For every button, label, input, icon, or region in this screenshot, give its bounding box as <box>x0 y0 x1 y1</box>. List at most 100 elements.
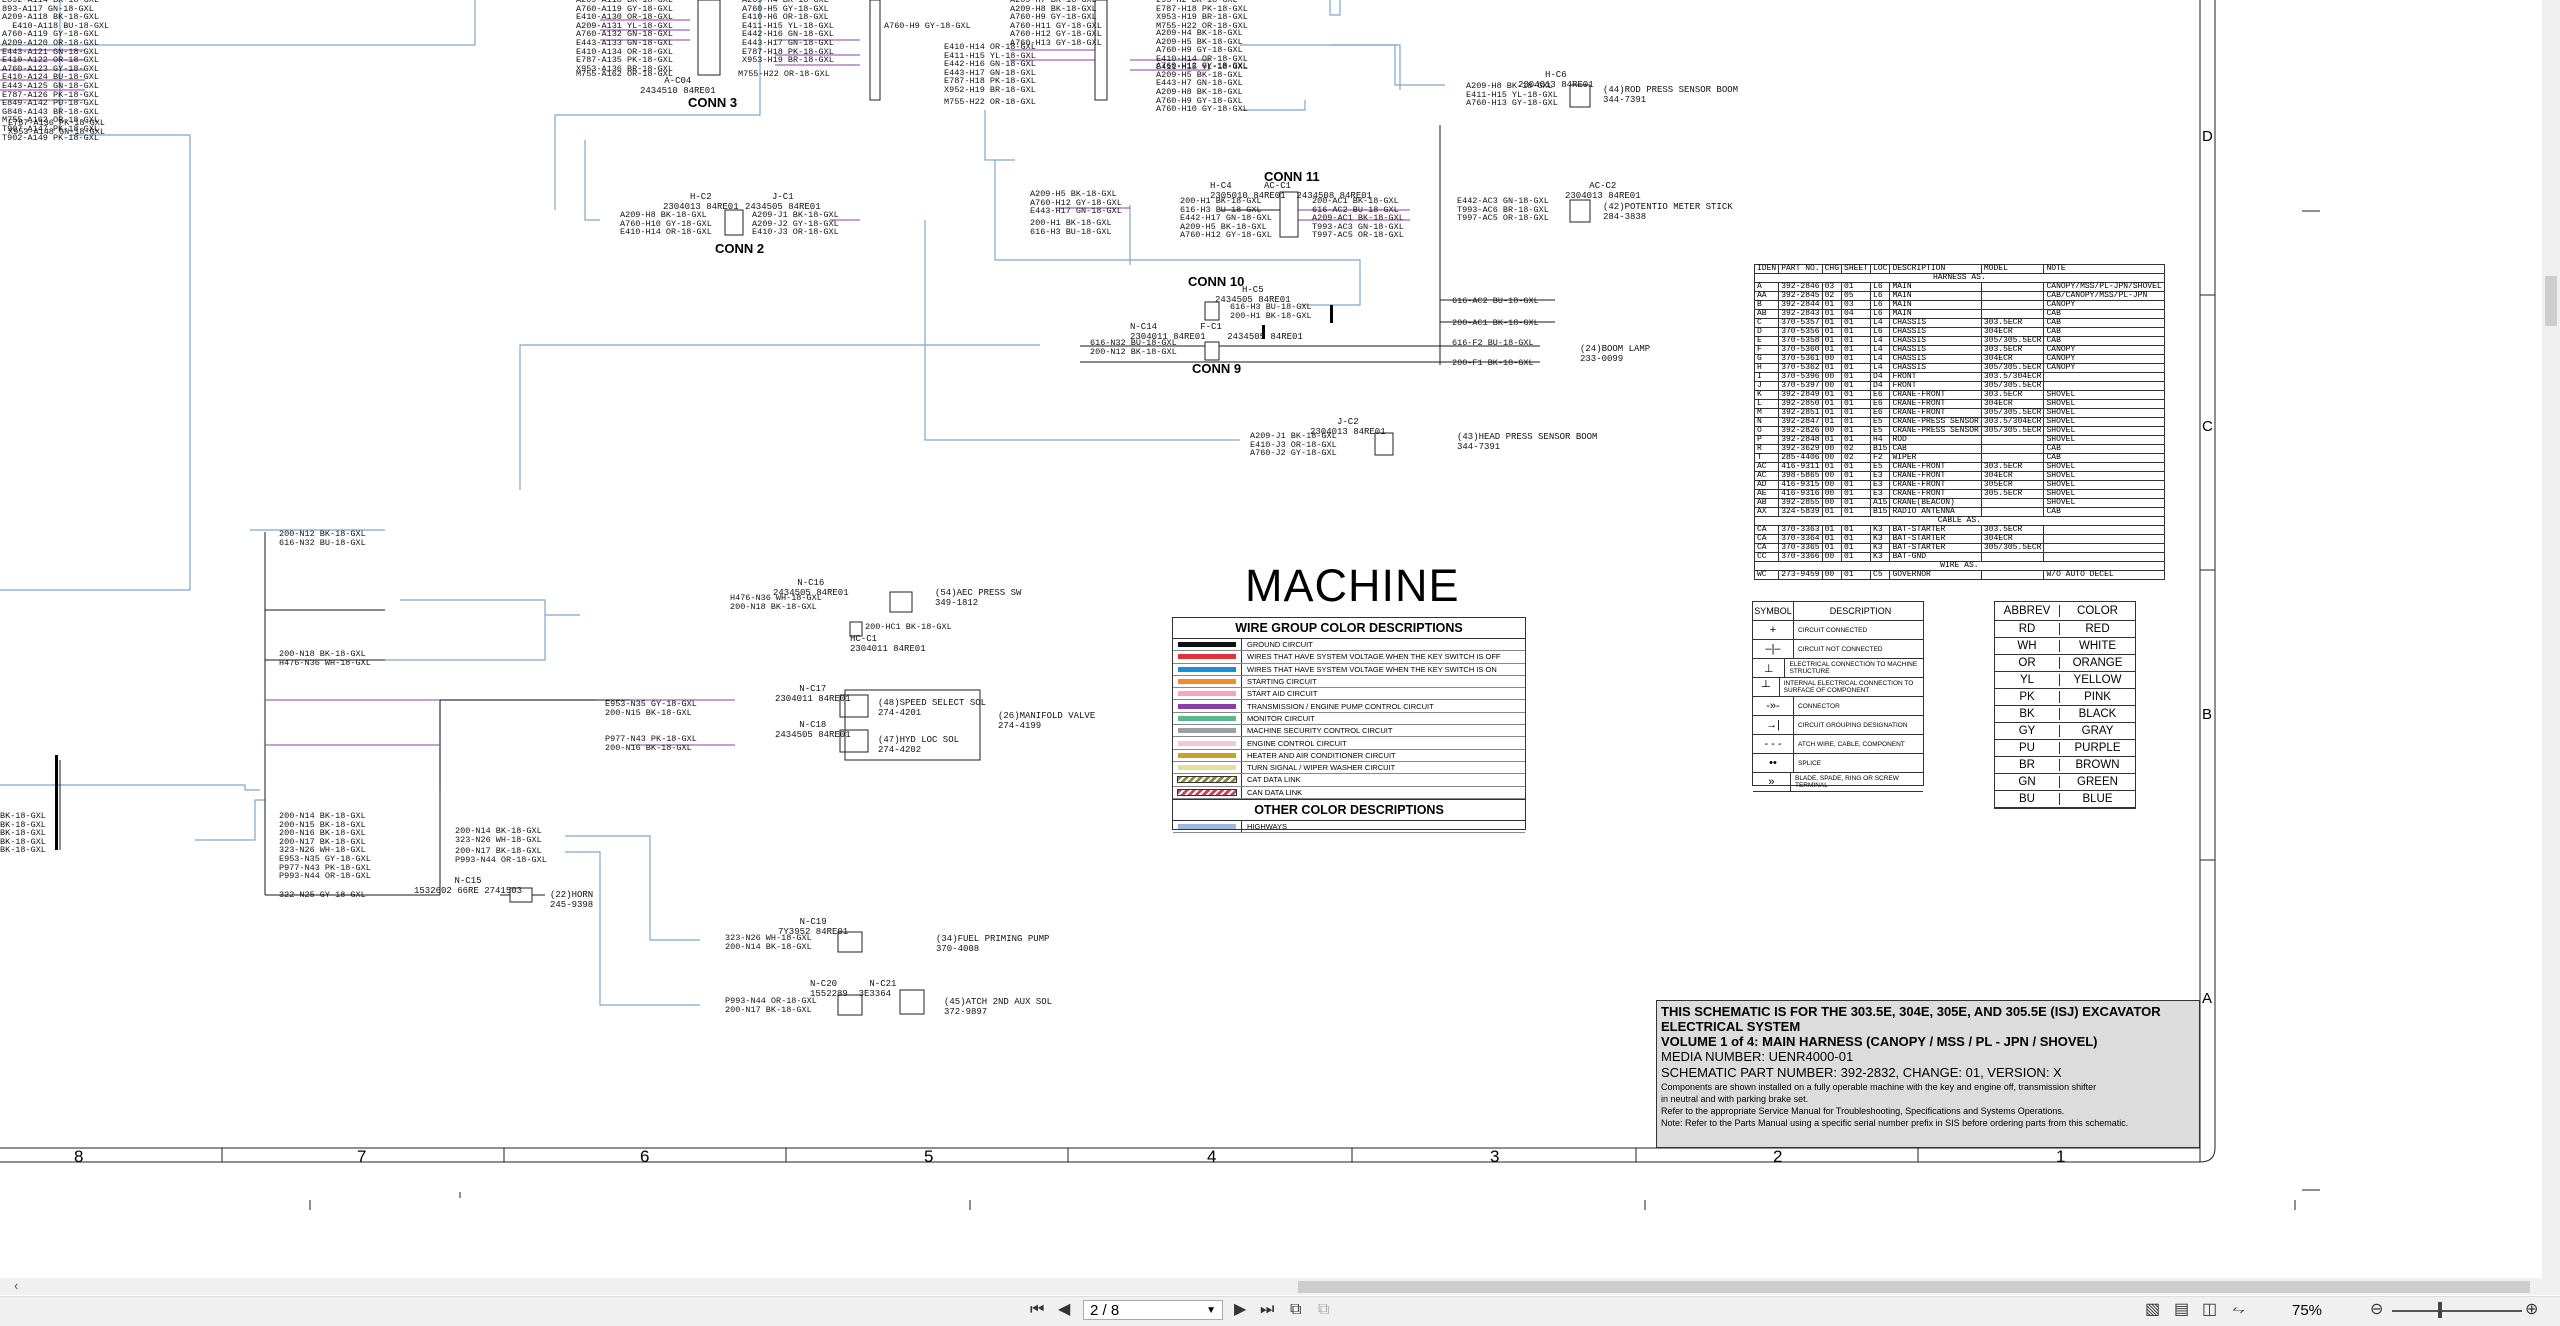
zoom-slider-handle[interactable] <box>2438 1302 2442 1318</box>
symbol-description: CIRCUIT NOT CONNECTED <box>1798 645 1883 653</box>
harness-header-cell: CHG <box>1821 264 1843 274</box>
zoom-slider[interactable] <box>2392 1310 2522 1312</box>
legend-row: TURN SIGNAL / WIPER WASHER CIRCUIT <box>1173 761 1525 775</box>
single-page-view-icon[interactable]: ▧ <box>2145 1300 2160 1320</box>
legend-swatch <box>1173 725 1242 737</box>
horizontal-scrollbar-thumb[interactable] <box>1298 1281 2530 1293</box>
legend-row: HEATER AND AIR CONDITIONER CIRCUIT <box>1173 749 1525 762</box>
legend-color-bar <box>1178 824 1236 829</box>
legend-swatch <box>1173 651 1242 663</box>
table-cell <box>2043 552 2165 562</box>
copy-icon[interactable]: ⧉ <box>1290 1300 1301 1320</box>
wire-group-legend: WIRE GROUP COLOR DESCRIPTIONS GROUND CIR… <box>1172 617 1526 834</box>
zone-label-d: D <box>2202 128 2213 145</box>
wire-label: 322-N25 GY-18-GXL <box>279 890 366 900</box>
table-cell: 00 <box>1821 552 1843 562</box>
column-number: 8 <box>74 1147 84 1166</box>
harness-header-cell: MODEL <box>1980 264 2045 274</box>
legend-swatch <box>1173 786 1242 798</box>
wire-label-group: P977-N43 PK-18-GXL 200-N16 BK-18-GXL <box>605 734 697 753</box>
wire-label: 616-AC2 BU-18-GXL <box>1452 296 1539 306</box>
page-number-input[interactable]: 2 / 8 ▼ <box>1083 1300 1223 1320</box>
component-label: (43)HEAD PRESS SENSOR BOOM 344-7391 <box>1457 432 1598 452</box>
table-cell: 01 <box>1841 570 1872 580</box>
symbol-glyph: ⊥ <box>1753 659 1786 677</box>
table-cell: 273-9459 <box>1778 570 1823 580</box>
table-cell: SHOVEL <box>2043 498 2165 508</box>
abbrev-code: GN <box>1995 776 2060 788</box>
legend-row: WIRES THAT HAVE SYSTEM VOLTAGE WHEN THE … <box>1173 651 1525 664</box>
legend-label: HEATER AND AIR CONDITIONER CIRCUIT <box>1247 750 1396 760</box>
info-line: ELECTRICAL SYSTEM <box>1661 1019 1801 1034</box>
abbrev-color: PINK <box>2084 691 2111 703</box>
previous-page-icon[interactable]: ◀ <box>1058 1300 1070 1320</box>
wire-group-legend-title: WIRE GROUP COLOR DESCRIPTIONS <box>1173 618 1525 639</box>
connector-title: CONN 3 <box>688 95 738 110</box>
chevron-down-icon[interactable]: ▼ <box>1206 1301 1216 1321</box>
fit-width-icon[interactable]: ⥊ <box>2232 1300 2245 1320</box>
legend-label: MONITOR CIRCUIT <box>1247 713 1315 723</box>
table-cell: 01 <box>1821 507 1843 517</box>
vertical-scrollbar-thumb[interactable] <box>2545 276 2557 326</box>
legend-swatch <box>1173 663 1242 675</box>
legend-color-bar <box>1178 679 1236 685</box>
table-cell <box>1980 570 2045 580</box>
table-cell: W/O AUTO DECEL <box>2043 570 2165 580</box>
abbrev-color: BROWN <box>2075 759 2120 771</box>
connector-part-label: H-C6 2304013 84RE01 <box>1518 70 1594 90</box>
abbrev-color: YELLOW <box>2073 674 2122 686</box>
component-label: (45)ATCH 2ND AUX SOL 372-9897 <box>944 997 1053 1017</box>
wire-label-group: A760-H9 GY-18-GXL <box>884 21 971 31</box>
table-cell: CC <box>1753 552 1780 562</box>
legend-label: STARTING CIRCUIT <box>1247 677 1317 687</box>
abbrev-color: GREEN <box>2077 776 2118 788</box>
symbol-description: ATCH WIRE, CABLE, COMPONENT <box>1798 740 1905 748</box>
abbrev-code: PU <box>1995 742 2060 754</box>
abbrev-row: GN GREEN <box>1995 774 2135 791</box>
zoom-in-icon[interactable]: ⊕ <box>2525 1300 2538 1320</box>
wire-label-group: 200-N18 BK-18-GXL H476-N36 WH-18-GXL <box>279 649 371 668</box>
harness-header-cell: SHEET <box>1841 264 1872 274</box>
scroll-left-icon[interactable]: ‹ <box>14 1278 18 1293</box>
table-cell <box>1980 552 2045 562</box>
wire-label-group: E953-N35 GY-18-GXL 200-N15 BK-18-GXL <box>605 699 697 718</box>
wire-label-group: 200-AC1 BK-18-GXL 616-AC2 BU-18-GXL A209… <box>1312 196 1404 241</box>
next-page-icon[interactable]: ▶ <box>1234 1300 1246 1320</box>
last-page-icon[interactable]: ⏭ <box>1260 1300 1274 1320</box>
symbol-row: ┴ INTERNAL ELECTRICAL CONNECTION TO SURFA… <box>1753 678 1923 697</box>
abbrev-row: BU BLUE <box>1995 791 2135 808</box>
abbrev-code: PK <box>1995 691 2060 703</box>
column-number: 5 <box>924 1147 934 1166</box>
legend-swatch <box>1173 639 1242 651</box>
legend-swatch <box>1173 737 1242 749</box>
table-cell: K3 <box>1870 552 1891 562</box>
continuous-view-icon[interactable]: ▤ <box>2174 1300 2189 1320</box>
legend-label: TURN SIGNAL / WIPER WASHER CIRCUIT <box>1247 763 1396 773</box>
abbrev-code: BU <box>1995 793 2060 805</box>
zoom-out-icon[interactable]: ⊖ <box>2370 1300 2383 1320</box>
legend-swatch <box>1173 774 1242 786</box>
symbol-glyph: –|– <box>1753 640 1794 658</box>
symbol-table: SYMBOL DESCRIPTION + CIRCUIT CONNECTED –|–… <box>1752 601 1924 792</box>
first-page-icon[interactable]: ⏮ <box>1030 1300 1044 1320</box>
two-page-view-icon[interactable]: ◫ <box>2202 1300 2217 1320</box>
column-number: 7 <box>357 1147 367 1166</box>
table-cell: GOVERNOR <box>1889 570 1982 580</box>
connector-part-label: N-C19 7Y3952 84RE01 <box>778 917 849 937</box>
wire-label: 200-AC1 BK-18-GXL <box>1452 318 1539 328</box>
color-header: COLOR <box>2077 605 2118 617</box>
symbol-glyph: -»- <box>1753 697 1794 715</box>
symbol-row: •• SPLICE <box>1753 754 1923 773</box>
vertical-scrollbar[interactable] <box>2542 0 2560 1278</box>
abbrev-color: WHITE <box>2078 640 2117 652</box>
paste-icon[interactable]: ⧉ <box>1318 1300 1329 1320</box>
legend-swatch <box>1173 749 1242 761</box>
legend-color-bar <box>1178 703 1236 709</box>
legend-label: HIGHWAYS <box>1247 822 1288 831</box>
abbrev-row: RD RED <box>1995 621 2135 638</box>
component-label: (26)MANIFOLD VALVE 274-4199 <box>998 711 1096 731</box>
wire-label-group: 200-H1 BK-18-GXL 616-H3 BU-18-GXL <box>1030 218 1112 237</box>
legend-row: ENGINE CONTROL CIRCUIT <box>1173 737 1525 750</box>
symbol-description: CONNECTOR <box>1798 702 1840 710</box>
legend-row: MONITOR CIRCUIT <box>1173 712 1525 726</box>
